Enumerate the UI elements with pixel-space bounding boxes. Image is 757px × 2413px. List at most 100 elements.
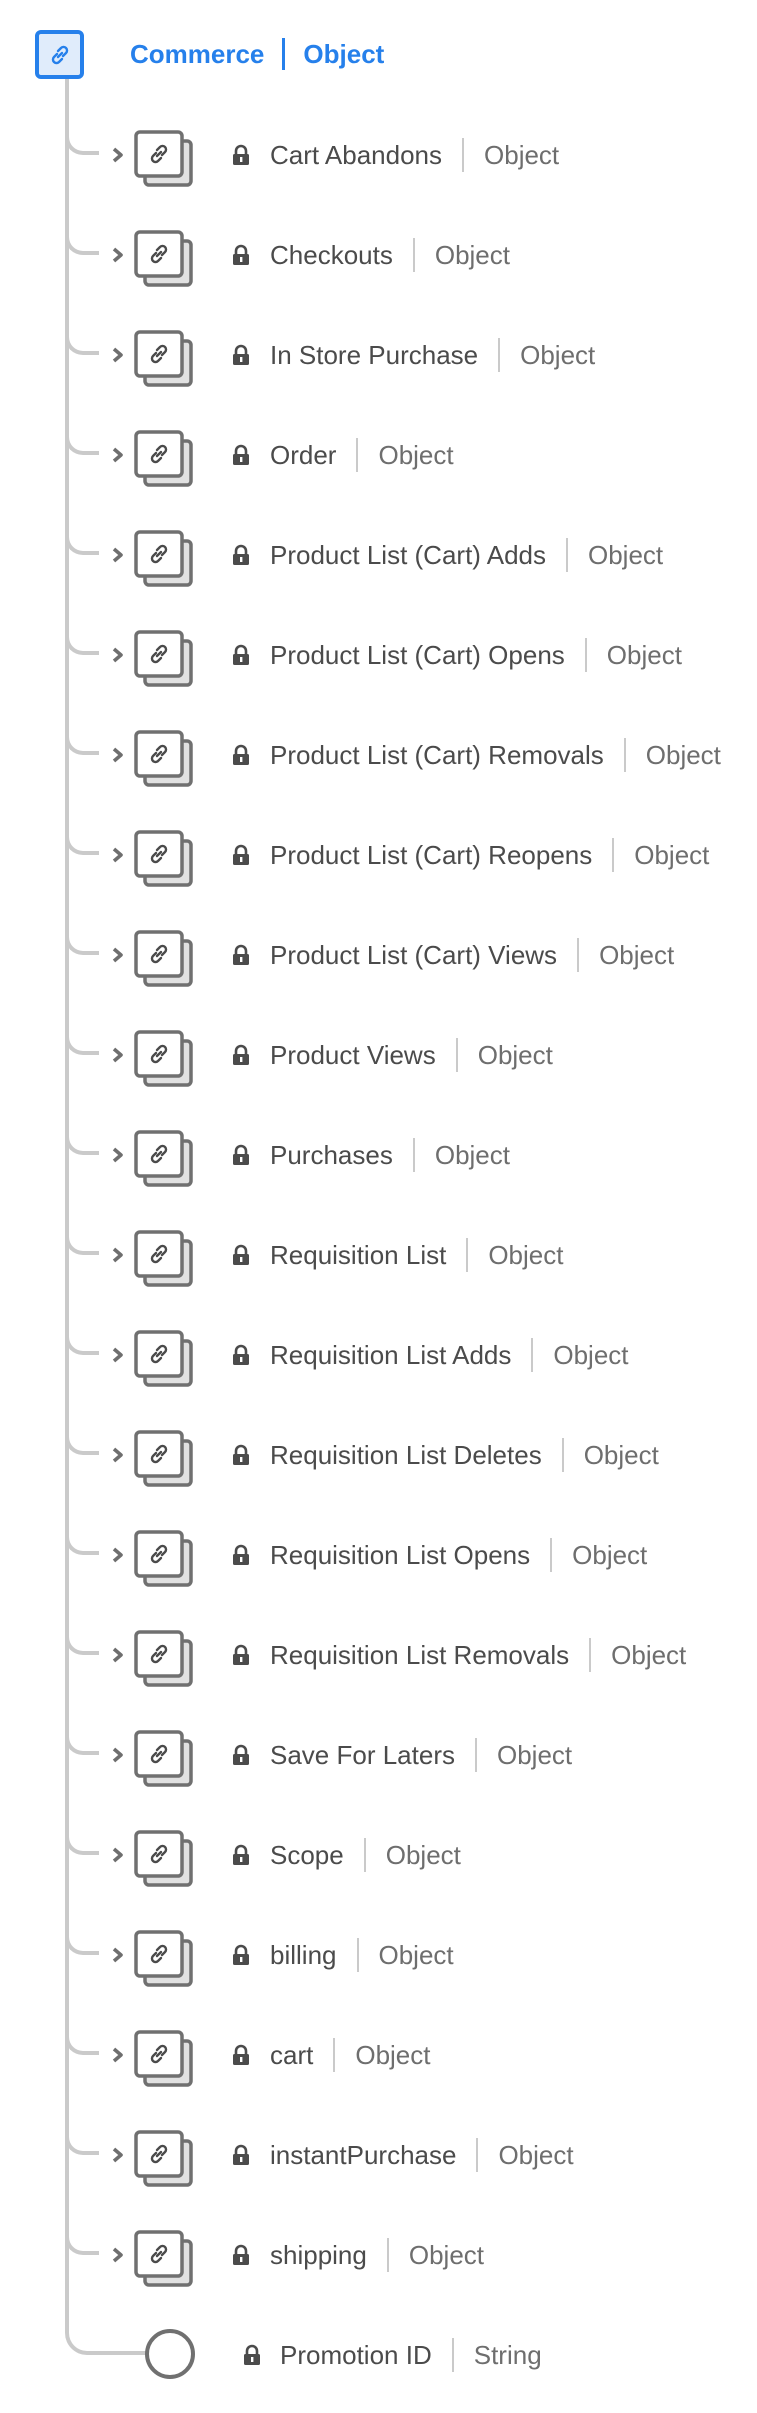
chevron-right-icon[interactable] bbox=[108, 1843, 130, 1867]
tree-row[interactable]: Requisition List Deletes Object bbox=[0, 1413, 757, 1487]
divider bbox=[451, 2338, 454, 2372]
tree-branch-connector bbox=[65, 713, 99, 755]
chevron-right-icon[interactable] bbox=[108, 943, 130, 967]
tree-branch-connector bbox=[65, 1413, 99, 1455]
divider bbox=[386, 2238, 389, 2272]
field-name: Product List (Cart) Views bbox=[270, 939, 558, 970]
tree-row[interactable]: In Store Purchase Object bbox=[0, 313, 757, 387]
tree-branch-connector bbox=[65, 1713, 99, 1755]
object-link-icon bbox=[134, 1630, 193, 1687]
divider bbox=[455, 1038, 458, 1072]
chevron-right-icon[interactable] bbox=[108, 2143, 130, 2167]
lock-icon bbox=[233, 744, 249, 765]
field-name: In Store Purchase bbox=[270, 339, 479, 370]
lock-icon bbox=[233, 244, 249, 265]
tree-row[interactable]: shipping Object bbox=[0, 2213, 757, 2287]
field-name: Product List (Cart) Opens bbox=[270, 639, 565, 670]
tree-row[interactable]: Cart Abandons Object bbox=[0, 113, 757, 187]
field-type: Object bbox=[355, 2039, 431, 2070]
chevron-right-icon[interactable] bbox=[108, 2043, 130, 2067]
tree-row[interactable]: Product List (Cart) Removals Object bbox=[0, 713, 757, 787]
lock-icon bbox=[233, 1544, 249, 1565]
tree-row[interactable]: Requisition List Adds Object bbox=[0, 1313, 757, 1387]
divider bbox=[566, 538, 568, 572]
divider bbox=[498, 338, 501, 372]
tree-row[interactable]: Order Object bbox=[0, 413, 757, 487]
field-name: Requisition List Opens bbox=[270, 1539, 531, 1570]
field-name: Requisition List bbox=[270, 1239, 447, 1270]
lock-icon bbox=[233, 644, 249, 665]
tree-row[interactable]: instantPurchase Object bbox=[0, 2113, 757, 2187]
root-object-icon[interactable] bbox=[35, 30, 84, 79]
chevron-right-icon[interactable] bbox=[108, 1743, 130, 1767]
tree-branch-connector bbox=[65, 1013, 99, 1055]
tree-row[interactable]: Purchases Object bbox=[0, 1113, 757, 1187]
field-name: Scope bbox=[270, 1839, 344, 1870]
lock-icon bbox=[233, 2044, 249, 2065]
divider bbox=[623, 738, 626, 772]
chevron-right-icon[interactable] bbox=[108, 643, 130, 667]
tree-row[interactable]: Product List (Cart) Reopens Object bbox=[0, 813, 757, 887]
chevron-right-icon[interactable] bbox=[108, 543, 130, 567]
tree-row-promotion-id[interactable]: Promotion ID String bbox=[0, 2325, 757, 2385]
object-link-icon bbox=[134, 1930, 193, 1987]
tree-row[interactable]: Product List (Cart) Views Object bbox=[0, 913, 757, 987]
chevron-right-icon[interactable] bbox=[108, 1243, 130, 1267]
divider bbox=[577, 938, 580, 972]
divider bbox=[612, 838, 615, 872]
divider bbox=[589, 1638, 592, 1672]
chevron-right-icon[interactable] bbox=[108, 2243, 130, 2267]
chevron-right-icon[interactable] bbox=[108, 1543, 130, 1567]
chevron-right-icon[interactable] bbox=[108, 843, 130, 867]
root-node-title[interactable]: Commerce Object bbox=[130, 34, 384, 74]
tree-row[interactable]: Requisition List Opens Object bbox=[0, 1513, 757, 1587]
object-link-icon bbox=[134, 530, 193, 587]
tree-row[interactable]: cart Object bbox=[0, 2013, 757, 2087]
field-name: Order bbox=[270, 439, 337, 470]
lock-icon bbox=[233, 144, 249, 165]
tree-row[interactable]: Scope Object bbox=[0, 1813, 757, 1887]
lock-icon bbox=[233, 1244, 249, 1265]
chevron-right-icon[interactable] bbox=[108, 1943, 130, 1967]
chevron-right-icon[interactable] bbox=[108, 743, 130, 767]
tree-row[interactable]: Requisition List Removals Object bbox=[0, 1613, 757, 1687]
tree-branch-connector bbox=[65, 513, 99, 555]
field-type: Object bbox=[498, 2139, 574, 2170]
lock-icon bbox=[233, 2244, 249, 2265]
chevron-right-icon[interactable] bbox=[108, 343, 130, 367]
object-link-icon bbox=[134, 1330, 193, 1387]
tree-row[interactable]: Save For Laters Object bbox=[0, 1713, 757, 1787]
tree-branch-connector bbox=[65, 1213, 99, 1255]
object-link-icon bbox=[134, 1830, 193, 1887]
field-name: Requisition List Deletes bbox=[270, 1439, 542, 1470]
tree-branch-connector bbox=[65, 2213, 99, 2255]
object-link-icon bbox=[134, 1730, 193, 1787]
chevron-right-icon[interactable] bbox=[108, 443, 130, 467]
field-type: Object bbox=[477, 1039, 553, 1070]
divider bbox=[474, 1738, 477, 1772]
link-icon bbox=[51, 45, 68, 64]
tree-row[interactable]: Product List (Cart) Adds Object bbox=[0, 513, 757, 587]
lock-icon bbox=[244, 2344, 260, 2365]
field-name: Requisition List Removals bbox=[270, 1639, 570, 1670]
chevron-right-icon[interactable] bbox=[108, 1043, 130, 1067]
chevron-right-icon[interactable] bbox=[108, 143, 130, 167]
root-name: Commerce bbox=[130, 38, 265, 69]
tree-row[interactable]: Checkouts Object bbox=[0, 213, 757, 287]
object-link-icon bbox=[134, 2230, 193, 2287]
divider bbox=[282, 38, 286, 70]
chevron-right-icon[interactable] bbox=[108, 1443, 130, 1467]
tree-row[interactable]: Product Views Object bbox=[0, 1013, 757, 1087]
chevron-right-icon[interactable] bbox=[108, 1143, 130, 1167]
field-type: Object bbox=[606, 639, 682, 670]
chevron-right-icon[interactable] bbox=[108, 243, 130, 267]
tree-row[interactable]: billing Object bbox=[0, 1913, 757, 1987]
chevron-right-icon[interactable] bbox=[108, 1343, 130, 1367]
field-name: cart bbox=[270, 2039, 314, 2070]
tree-row[interactable]: Product List (Cart) Opens Object bbox=[0, 613, 757, 687]
object-link-icon bbox=[134, 930, 193, 987]
chevron-right-icon[interactable] bbox=[108, 1643, 130, 1667]
field-name: Promotion ID bbox=[280, 2339, 432, 2370]
lock-icon bbox=[233, 844, 249, 865]
tree-row[interactable]: Requisition List Object bbox=[0, 1213, 757, 1287]
